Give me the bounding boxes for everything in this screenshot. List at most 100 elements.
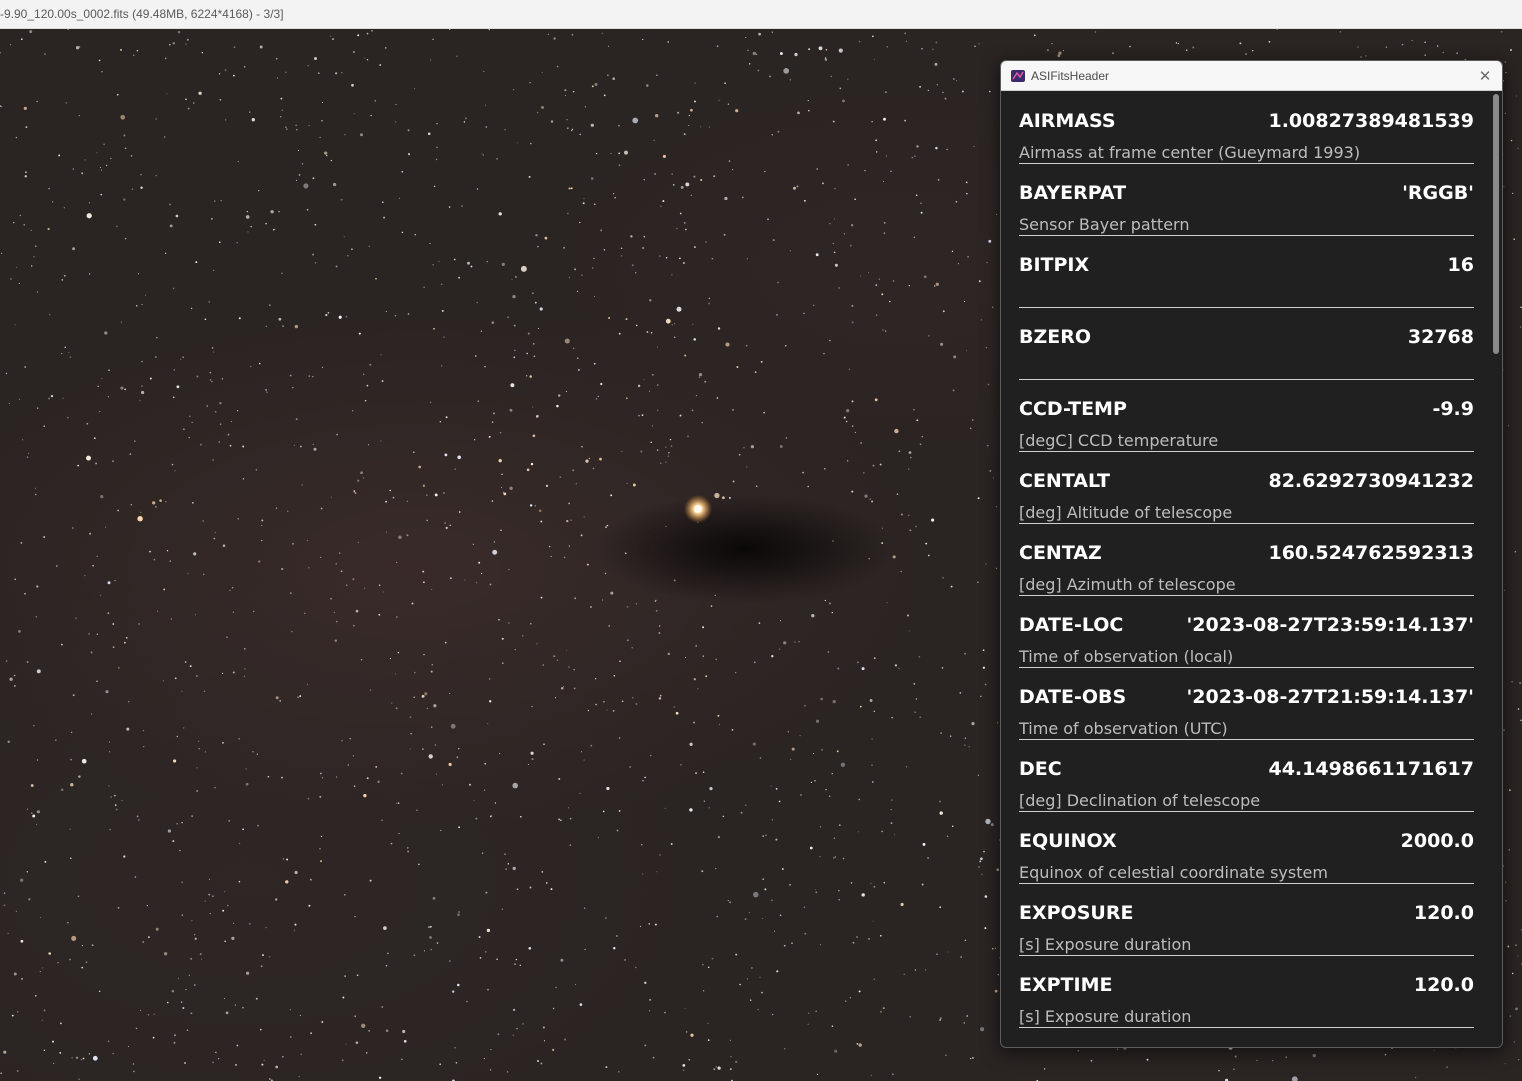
scrollbar-thumb[interactable]	[1493, 94, 1499, 354]
fits-row[interactable]: CCD-TEMP -9.9 [degC] CCD temperature	[1019, 380, 1474, 452]
star	[662, 200, 665, 203]
star	[771, 31, 773, 33]
star	[791, 942, 793, 944]
star	[939, 800, 941, 803]
star	[688, 114, 691, 117]
star	[196, 375, 199, 378]
star	[935, 282, 939, 286]
star	[457, 983, 460, 987]
star	[96, 152, 98, 154]
star	[218, 1058, 220, 1060]
star	[470, 265, 473, 268]
star	[744, 918, 747, 921]
star	[98, 59, 101, 62]
star	[961, 90, 964, 93]
star	[430, 948, 432, 951]
fits-row[interactable]: BZERO 32768	[1019, 308, 1474, 380]
star	[711, 957, 714, 960]
star	[14, 324, 16, 326]
window-title: -9.90_120.00s_0002.fits (49.48MB, 6224*4…	[0, 7, 284, 21]
star	[155, 356, 157, 358]
star	[642, 873, 644, 875]
star	[1360, 56, 1362, 58]
star	[564, 338, 570, 344]
fits-row[interactable]: EXPOSURE 120.0 [s] Exposure duration	[1019, 884, 1474, 956]
star	[655, 114, 659, 118]
star	[836, 750, 839, 753]
star	[286, 128, 288, 130]
star	[112, 1052, 114, 1055]
fits-header-window[interactable]: ASIFitsHeader ✕ AIRMASS 1.00827389481539 A…	[1000, 60, 1503, 1048]
star	[332, 38, 334, 41]
star	[203, 573, 205, 575]
star	[141, 360, 143, 363]
star	[36, 585, 39, 588]
star	[698, 376, 701, 379]
star	[673, 579, 676, 582]
star	[268, 1078, 271, 1080]
star	[606, 786, 610, 791]
star	[858, 40, 861, 43]
star	[653, 139, 655, 141]
star	[448, 762, 452, 767]
fits-row[interactable]: BITPIX 16	[1019, 236, 1474, 308]
star	[3, 892, 6, 894]
fits-row[interactable]: CENTALT 82.6292730941232 [deg] Altitude of…	[1019, 452, 1474, 524]
scrollbar[interactable]	[1490, 92, 1501, 1047]
star	[610, 152, 612, 155]
star	[214, 531, 216, 533]
fits-window-titlebar[interactable]: ASIFitsHeader ✕	[1001, 61, 1502, 91]
star	[909, 529, 912, 532]
star	[37, 407, 39, 409]
star	[321, 777, 324, 779]
star	[567, 212, 569, 215]
star	[444, 641, 447, 644]
fits-row[interactable]: DATE-LOC '2023-08-27T23:59:14.137' Time of…	[1019, 596, 1474, 668]
star	[537, 245, 539, 248]
star	[155, 506, 157, 508]
star	[308, 904, 311, 907]
star	[990, 823, 994, 827]
fits-row[interactable]: BAYERPAT 'RGGB' Sensor Bayer pattern	[1019, 164, 1474, 236]
star	[840, 762, 846, 767]
star	[519, 964, 521, 966]
star	[181, 881, 183, 884]
star	[530, 751, 534, 755]
fits-row[interactable]: AIRMASS 1.00827389481539 Airmass at frame …	[1019, 92, 1474, 164]
star	[914, 155, 916, 157]
fits-row[interactable]: EQUINOX 2000.0 Equinox of celestial coordi…	[1019, 812, 1474, 884]
star	[231, 936, 235, 941]
star	[324, 151, 328, 155]
star	[147, 936, 150, 939]
star	[30, 784, 34, 787]
fits-row[interactable]: DEC 44.1498661171617 [deg] Declination of …	[1019, 740, 1474, 812]
star	[387, 952, 389, 955]
star	[838, 824, 841, 826]
star	[449, 524, 451, 527]
star	[553, 37, 556, 40]
star	[603, 248, 606, 251]
star	[253, 610, 255, 613]
fits-row[interactable]: CENTAZ 160.524762592313 [deg] Azimuth of t…	[1019, 524, 1474, 596]
star	[846, 409, 850, 413]
fits-row[interactable]: DATE-OBS '2023-08-27T21:59:14.137' Time of…	[1019, 668, 1474, 740]
star	[791, 747, 795, 751]
fits-row[interactable]: EXPTIME 120.0 [s] Exposure duration	[1019, 956, 1474, 1028]
star	[603, 94, 606, 97]
star	[330, 159, 333, 162]
star	[1512, 972, 1514, 975]
star	[427, 132, 431, 136]
star	[433, 704, 437, 708]
star	[381, 380, 384, 383]
star	[629, 766, 632, 768]
close-icon[interactable]: ✕	[1476, 67, 1494, 85]
star	[536, 111, 539, 114]
star	[595, 152, 598, 155]
star	[294, 923, 297, 926]
star	[89, 532, 92, 535]
star	[366, 777, 369, 780]
star	[101, 169, 103, 171]
star	[566, 119, 568, 121]
star	[218, 72, 221, 75]
fits-header-list[interactable]: AIRMASS 1.00827389481539 Airmass at frame …	[1001, 92, 1491, 1047]
